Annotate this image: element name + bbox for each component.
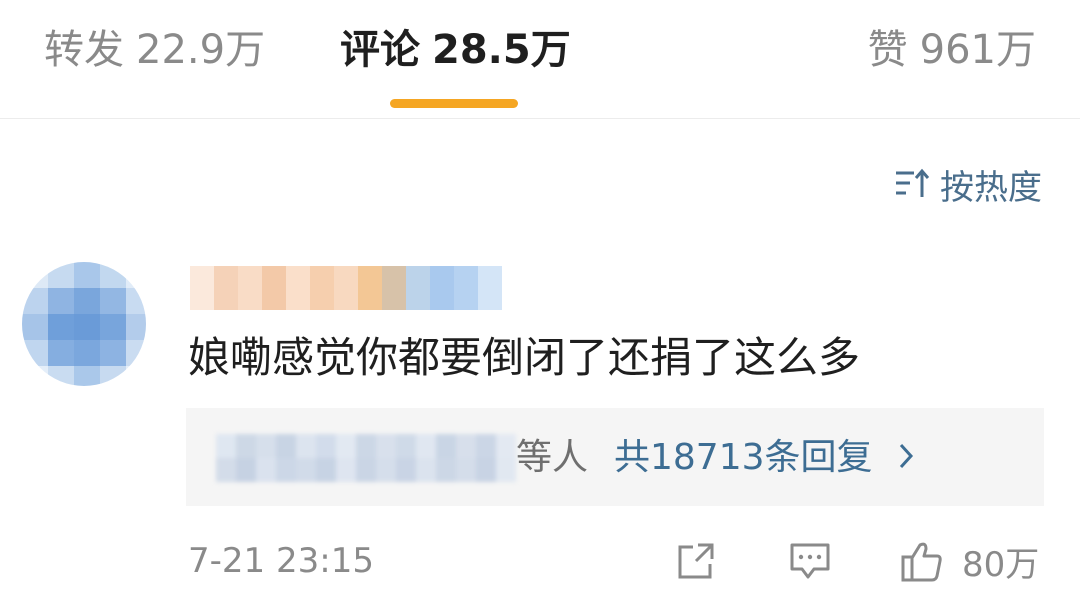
like-button[interactable]: 80万 [900,536,1039,586]
reply-button[interactable] [788,536,832,586]
avatar[interactable] [22,262,146,386]
like-icon [901,542,942,582]
reply-usernames-blurred [216,434,516,482]
share-icon [678,543,714,579]
tab-likes-count: 961万 [919,27,1036,73]
sort-icon [896,168,930,197]
replies-etc-label: 等人 [516,437,589,478]
tab-likes[interactable]: 赞 961万 [868,22,1036,78]
active-tab-indicator [390,99,518,108]
like-count: 80万 [962,544,1040,585]
tab-repost-label: 转发 [44,27,124,73]
sort-by-hot-button[interactable]: 按热度 [894,160,1042,208]
tab-likes-label: 赞 [867,27,908,73]
replies-preview[interactable]: 等人 共18713条回复 [186,408,1044,506]
tab-repost[interactable]: 转发 22.9万 [44,22,265,78]
share-button[interactable] [676,536,716,586]
sort-label: 按热度 [940,167,1042,208]
chevron-right-icon [899,443,914,469]
comment-icon [790,543,830,579]
replies-total-link[interactable]: 共18713条回复 [614,432,873,484]
username-blurred[interactable] [190,266,502,310]
tab-comments[interactable]: 评论 28.5万 [340,22,571,78]
comment-timestamp: 7-21 23:15 [188,541,374,581]
tab-repost-count: 22.9万 [136,27,266,73]
tab-bar: 转发 22.9万 评论 28.5万 赞 961万 [0,0,1080,119]
comment-text: 娘嘞感觉你都要倒闭了还捐了这么多 [188,333,861,382]
tab-comments-count: 28.5万 [432,27,571,73]
tab-comments-label: 评论 [340,27,420,73]
